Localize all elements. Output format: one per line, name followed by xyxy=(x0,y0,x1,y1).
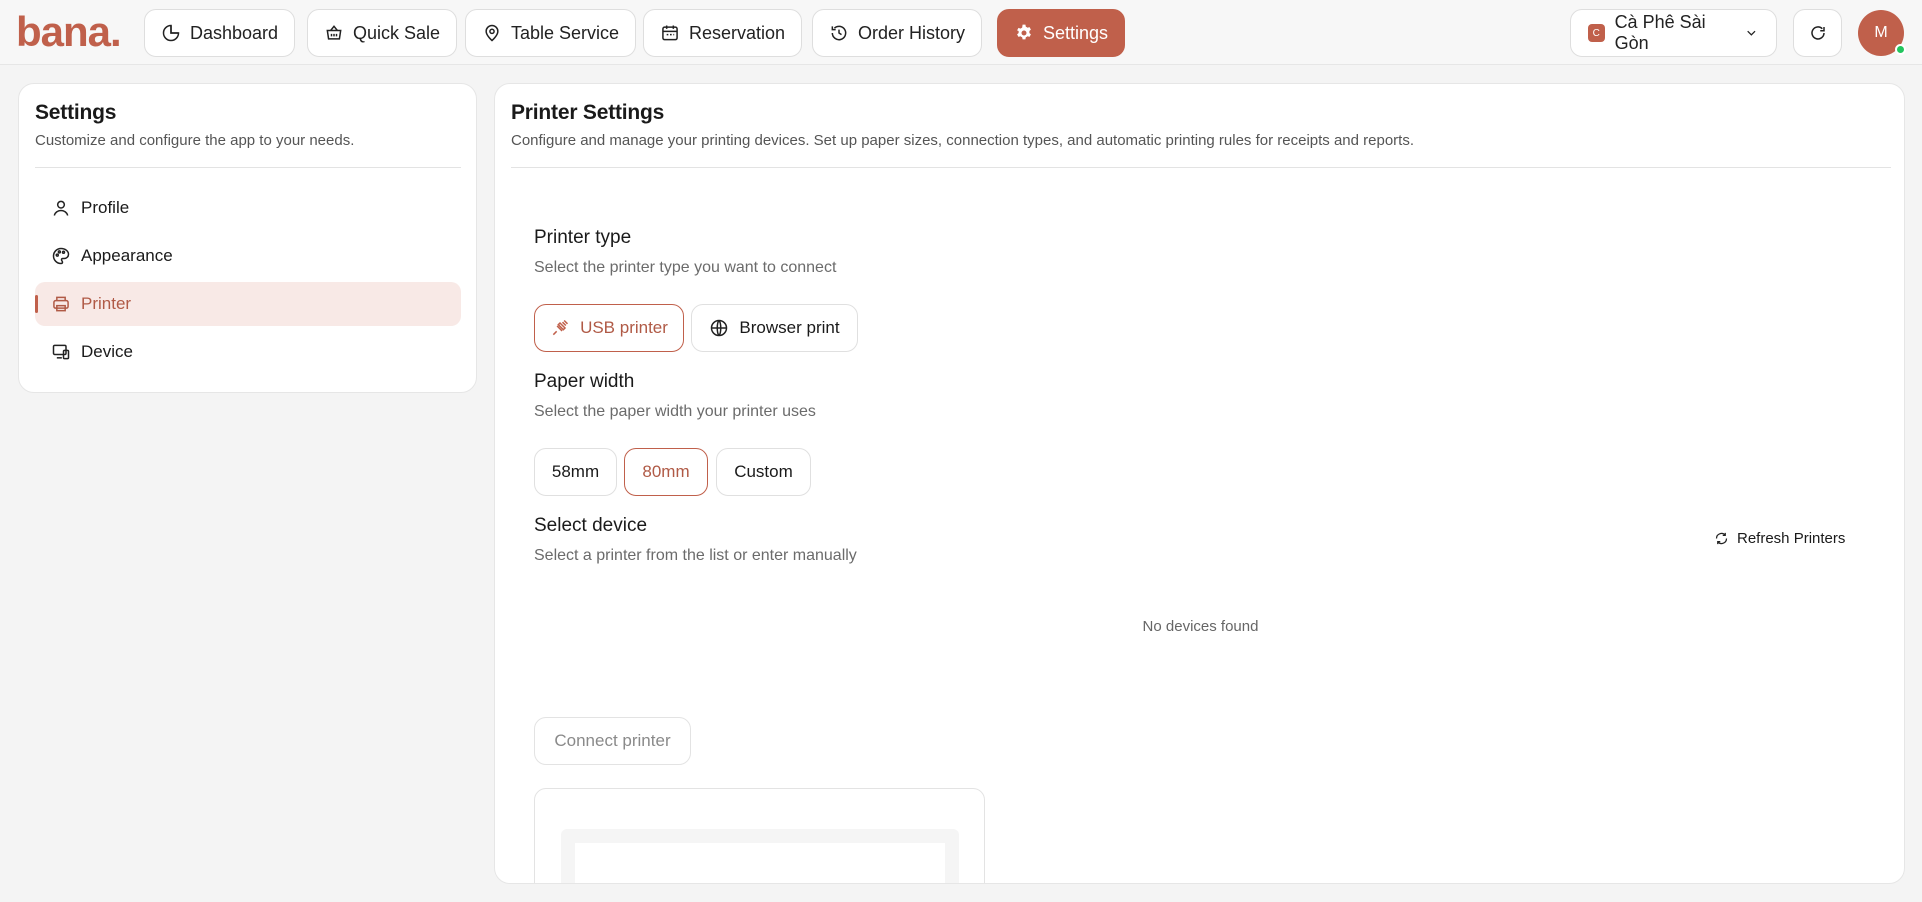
online-status-dot xyxy=(1895,44,1906,55)
gear-icon xyxy=(1017,24,1031,40)
history-icon xyxy=(831,25,847,41)
settings-sidebar: Settings Customize and configure the app… xyxy=(18,83,477,393)
divider xyxy=(511,167,1891,168)
nav-order-history-button[interactable]: Order History xyxy=(812,9,983,57)
nav-label: Order History xyxy=(858,22,966,43)
store-name: Cà Phê Sài Gòn xyxy=(1614,12,1706,53)
refresh-icon xyxy=(1810,26,1825,40)
refresh-button[interactable] xyxy=(1793,9,1842,57)
nav-label: Settings xyxy=(1043,22,1109,43)
sidebar-item-label: Appearance xyxy=(81,246,173,265)
nav-table-service-button[interactable]: Table Service xyxy=(465,9,637,57)
chart-pie-icon xyxy=(162,24,180,42)
logo-text: bana. xyxy=(16,12,121,52)
store-badge: C xyxy=(1588,24,1605,42)
device-icon xyxy=(52,344,70,360)
sidebar-item-label: Printer xyxy=(81,294,132,313)
paper-width-subtitle: Select the paper width your printer uses xyxy=(534,403,816,420)
top-bar: bana. Dashboard Quick Sale Table Service… xyxy=(0,0,1922,65)
no-devices-message: No devices found xyxy=(1142,618,1259,635)
select-device-title: Select device xyxy=(534,515,648,536)
nav-label: Dashboard xyxy=(190,22,279,43)
settings-title: Settings xyxy=(35,101,117,124)
option-label: 58mm xyxy=(551,462,600,481)
option-label: USB printer xyxy=(580,318,668,337)
paper-80mm-option[interactable]: 80mm xyxy=(624,448,708,496)
nav-dashboard-button[interactable]: Dashboard xyxy=(144,9,296,57)
settings-subtitle: Customize and configure the app to your … xyxy=(35,132,355,149)
option-label: 80mm xyxy=(642,462,690,481)
nav-label: Reservation xyxy=(689,22,786,43)
nav-reservation-button[interactable]: Reservation xyxy=(643,9,803,57)
browser-print-option[interactable]: Browser print xyxy=(691,304,858,352)
usb-printer-option[interactable]: USB printer xyxy=(534,304,684,352)
paper-width-title: Paper width xyxy=(534,371,635,392)
option-label: Browser print xyxy=(739,318,840,337)
nav-quick-sale-button[interactable]: Quick Sale xyxy=(307,9,458,57)
printer-settings-panel: Printer Settings Configure and manage yo… xyxy=(494,83,1905,884)
connect-printer-button[interactable]: Connect printer xyxy=(534,717,691,765)
printer-type-subtitle: Select the printer type you want to conn… xyxy=(534,259,837,276)
receipt-preview-paper xyxy=(575,843,945,883)
nav-label: Table Service xyxy=(511,22,620,43)
nav-label: Quick Sale xyxy=(353,22,441,43)
sidebar-item-printer[interactable]: Printer xyxy=(35,282,461,326)
divider xyxy=(35,167,461,168)
palette-icon xyxy=(52,247,70,265)
receipt-preview-card xyxy=(534,788,985,883)
chevron-down-icon xyxy=(1747,30,1756,36)
sidebar-item-device[interactable]: Device xyxy=(35,330,461,374)
receipt-preview-frame xyxy=(561,829,959,883)
table-service-icon xyxy=(485,24,499,42)
printer-type-title: Printer type xyxy=(534,227,632,248)
usb-plug-icon xyxy=(552,319,569,336)
sidebar-item-label: Profile xyxy=(81,198,130,217)
basket-icon xyxy=(326,25,342,40)
sidebar-item-label: Device xyxy=(81,342,133,361)
page-title: Printer Settings xyxy=(511,101,665,124)
sidebar-item-appearance[interactable]: Appearance xyxy=(35,234,461,278)
refresh-icon xyxy=(1715,532,1728,545)
globe-icon xyxy=(711,319,728,337)
select-device-subtitle: Select a printer from the list or enter … xyxy=(534,547,857,564)
nav-settings-button[interactable]: Settings xyxy=(997,9,1126,57)
option-label: Custom xyxy=(734,462,793,481)
user-icon xyxy=(53,200,69,216)
connect-label: Connect printer xyxy=(554,731,671,750)
bana-logo[interactable]: bana. xyxy=(16,12,130,52)
avatar-initial: M xyxy=(1874,24,1888,41)
paper-custom-option[interactable]: Custom xyxy=(716,448,811,496)
paper-58mm-option[interactable]: 58mm xyxy=(534,448,617,496)
user-avatar[interactable]: M xyxy=(1858,10,1906,56)
store-selector[interactable]: C Cà Phê Sài Gòn xyxy=(1570,9,1777,57)
sidebar-item-profile[interactable]: Profile xyxy=(35,186,461,230)
printer-icon xyxy=(53,296,69,312)
refresh-printers-button[interactable]: Refresh Printers xyxy=(1714,530,1845,547)
calendar-icon xyxy=(662,25,678,41)
refresh-printers-label: Refresh Printers xyxy=(1737,530,1846,547)
page-subtitle: Configure and manage your printing devic… xyxy=(511,132,1415,149)
